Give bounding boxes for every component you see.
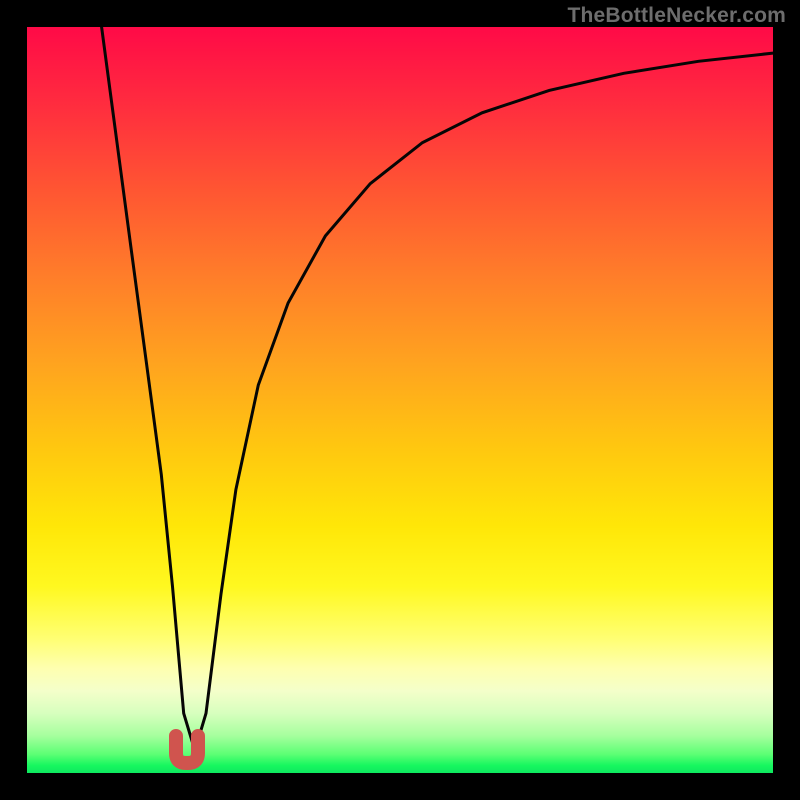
attribution-text: TheBottleNecker.com	[567, 4, 786, 28]
chart-frame	[27, 27, 773, 773]
minimum-marker	[176, 736, 198, 763]
curve-path	[102, 27, 773, 751]
bottleneck-curve	[27, 27, 773, 773]
